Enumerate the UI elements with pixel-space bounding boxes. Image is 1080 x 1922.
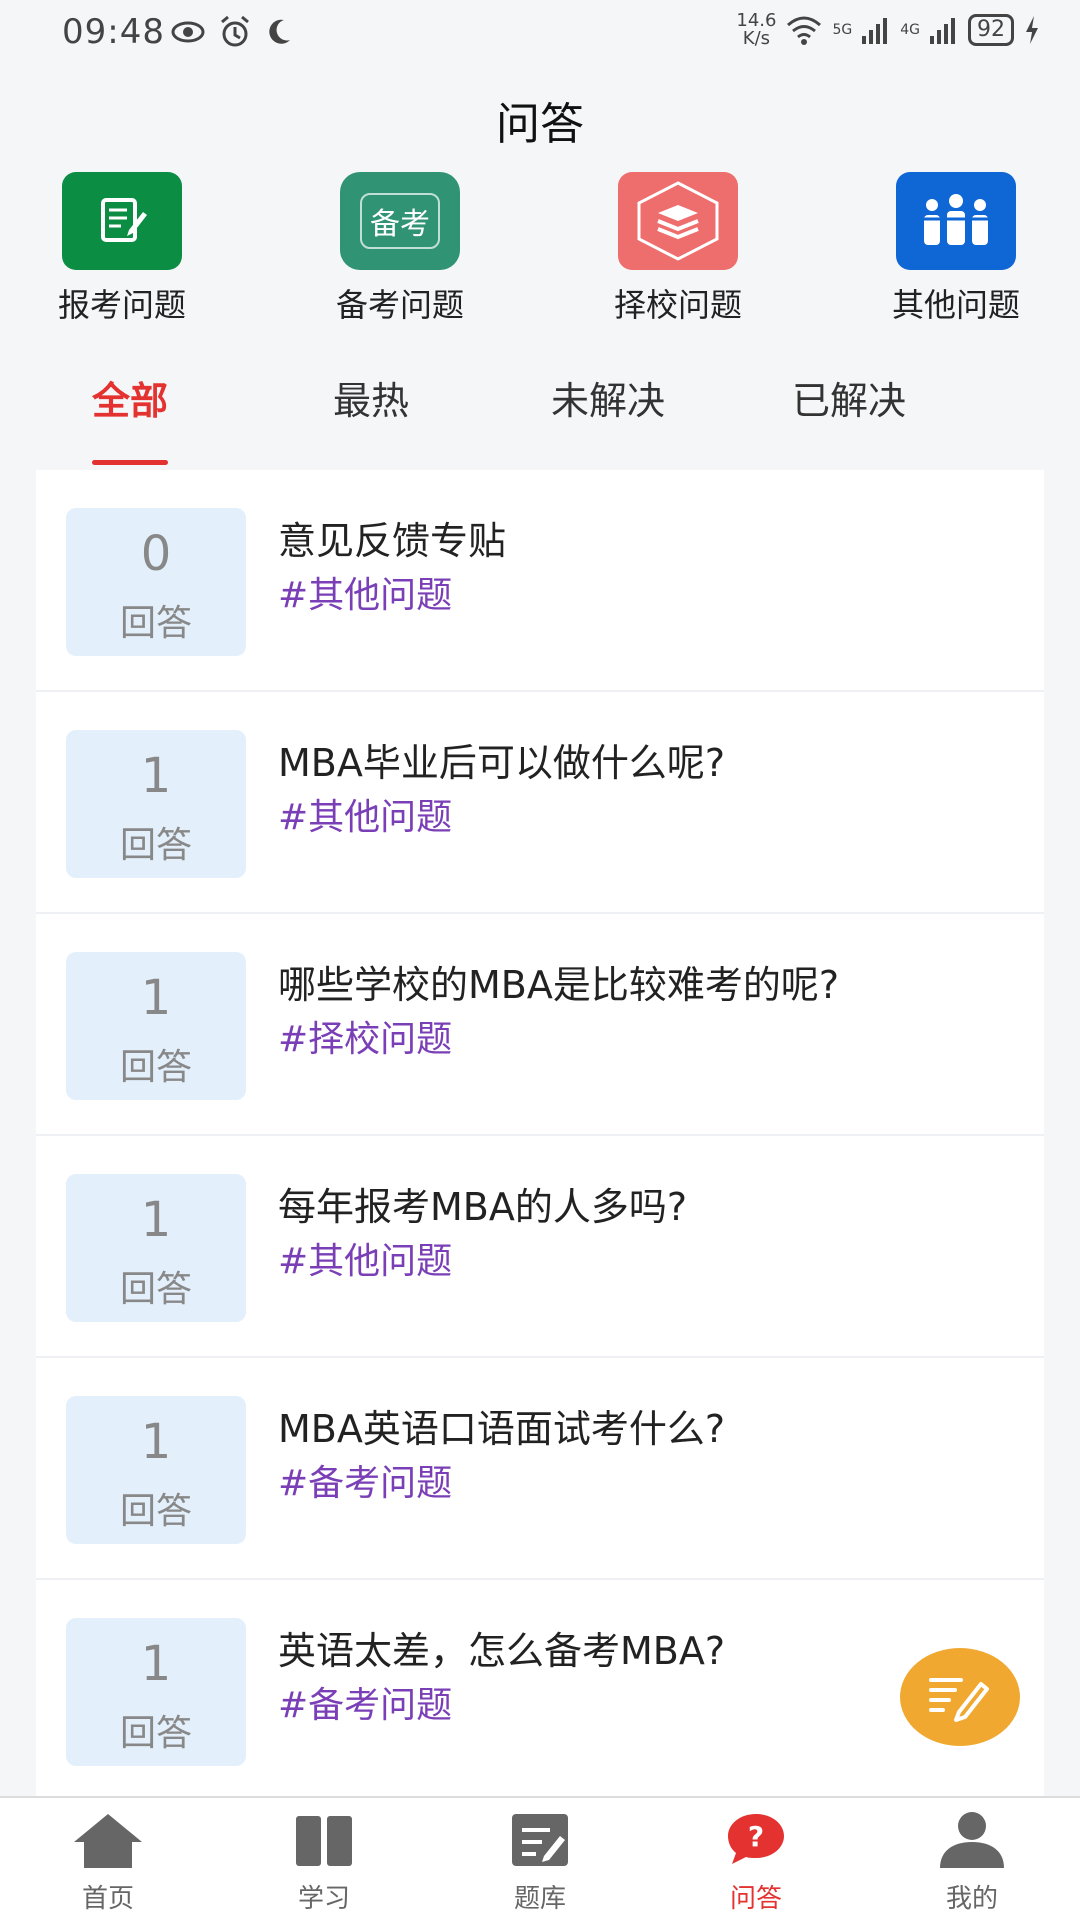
question-tag[interactable]: #备考问题 xyxy=(278,1676,452,1728)
svg-text:?: ? xyxy=(748,1820,764,1853)
question-title: MBA英语口语面试考什么? xyxy=(278,1407,726,1451)
signal-4g-icon xyxy=(930,18,955,44)
nav-question-bank[interactable]: 题库 xyxy=(470,1810,610,1915)
category-preparation[interactable]: 备考 备考问题 xyxy=(310,172,490,326)
answer-count-badge: 1 回答 xyxy=(66,952,246,1100)
question-title: MBA毕业后可以做什么呢? xyxy=(278,741,726,785)
list-item[interactable]: 0 回答 意见反馈专贴 #其他问题 xyxy=(36,470,1044,692)
question-tag[interactable]: #备考问题 xyxy=(278,1454,452,1506)
category-registration[interactable]: 报考问题 xyxy=(32,172,212,326)
qa-icon: ? xyxy=(728,1814,784,1864)
alarm-icon xyxy=(221,15,249,47)
question-tag[interactable]: #其他问题 xyxy=(278,566,452,618)
eye-icon xyxy=(171,21,205,43)
question-title: 每年报考MBA的人多吗? xyxy=(278,1185,688,1229)
wifi-icon xyxy=(787,16,822,45)
nav-study[interactable]: 学习 xyxy=(254,1810,394,1915)
question-title: 哪些学校的MBA是比较难考的呢? xyxy=(278,963,840,1007)
list-item[interactable]: 1 回答 MBA英语口语面试考什么? #备考问题 xyxy=(36,1358,1044,1580)
nav-mine[interactable]: 我的 xyxy=(902,1810,1042,1915)
nav-home[interactable]: 首页 xyxy=(38,1810,178,1915)
tab-unsolved[interactable]: 未解决 xyxy=(551,370,665,425)
tab-hottest[interactable]: 最热 xyxy=(333,370,409,425)
tab-solved[interactable]: 已解决 xyxy=(792,370,906,425)
filter-tabs: 全部 最热 未解决 已解决 xyxy=(0,360,1080,465)
signal-5g-icon xyxy=(862,18,888,44)
category-other[interactable]: 其他问题 xyxy=(866,172,1046,326)
people-icon xyxy=(896,172,1016,270)
question-tag[interactable]: #其他问题 xyxy=(278,1232,452,1284)
tab-all[interactable]: 全部 xyxy=(92,370,169,465)
question-bank-icon xyxy=(512,1814,568,1866)
category-school-choice[interactable]: 择校问题 xyxy=(588,172,768,326)
status-time: 09:48 xyxy=(62,12,165,52)
active-tab-underline xyxy=(92,460,169,465)
status-right-icons: 14.6 K/s 5G 4G 92 xyxy=(736,12,1040,48)
edit-form-icon xyxy=(62,172,182,270)
answer-count-badge: 1 回答 xyxy=(66,1618,246,1766)
question-list: 0 回答 意见反馈专贴 #其他问题 1 回答 MBA毕业后可以做什么呢? #其他问题… xyxy=(36,470,1044,1802)
answer-count-badge: 0 回答 xyxy=(66,508,246,656)
list-item[interactable]: 1 回答 每年报考MBA的人多吗? #其他问题 xyxy=(36,1136,1044,1358)
network-speed: 14.6 K/s xyxy=(736,10,777,49)
question-title: 意见反馈专贴 xyxy=(278,519,507,563)
nav-qa[interactable]: ? 问答 xyxy=(686,1810,826,1915)
charging-icon xyxy=(1026,16,1038,44)
list-item[interactable]: 1 回答 哪些学校的MBA是比较难考的呢? #择校问题 xyxy=(36,914,1044,1136)
compose-question-button[interactable] xyxy=(900,1648,1020,1746)
answer-count-badge: 1 回答 xyxy=(66,1396,246,1544)
answer-count-badge: 1 回答 xyxy=(66,730,246,878)
list-item[interactable]: 1 回答 MBA毕业后可以做什么呢? #其他问题 xyxy=(36,692,1044,914)
question-title: 英语太差，怎么备考MBA? xyxy=(278,1629,726,1673)
category-shortcuts: 报考问题 备考 备考问题 择校问题 其他问题 xyxy=(0,172,1080,332)
status-left-icons xyxy=(170,14,294,50)
compose-icon xyxy=(929,1678,989,1722)
prep-icon: 备考 xyxy=(340,172,460,270)
moon-icon xyxy=(269,19,290,44)
battery-indicator: 92 xyxy=(968,14,1014,46)
bottom-navigation: 首页 学习 题库 ? 问答 我的 xyxy=(0,1796,1080,1922)
answer-count-badge: 1 回答 xyxy=(66,1174,246,1322)
question-tag[interactable]: #择校问题 xyxy=(278,1010,452,1062)
user-icon xyxy=(940,1812,1004,1868)
home-icon xyxy=(74,1814,142,1868)
book-icon xyxy=(296,1816,352,1866)
status-bar: 09:48 14.6 K/s 5G 4G 92 xyxy=(0,0,1080,66)
list-item[interactable]: 1 回答 英语太差，怎么备考MBA? #备考问题 xyxy=(36,1580,1044,1802)
page-title: 问答 xyxy=(496,99,584,150)
books-icon xyxy=(618,172,738,270)
question-tag[interactable]: #其他问题 xyxy=(278,788,452,840)
